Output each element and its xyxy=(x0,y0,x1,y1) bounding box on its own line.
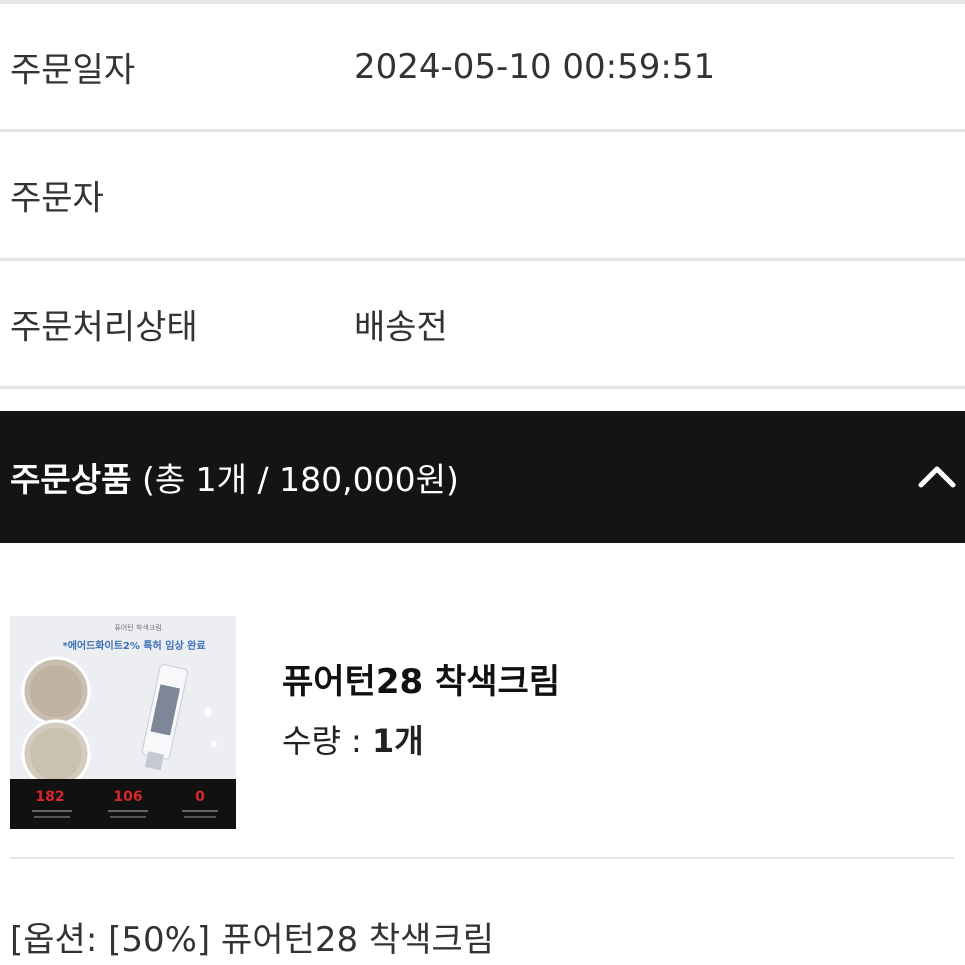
chevron-up-icon[interactable] xyxy=(917,457,957,497)
order-status-value: 배송전 xyxy=(354,307,448,347)
ordered-items-title: 주문상품 (총 1개 / 180,000원) xyxy=(10,453,459,501)
thumb-headline: *에어드화이트2% 특허 임상 완료 xyxy=(62,639,205,652)
product-quantity: 수량 : 1개 xyxy=(282,716,424,762)
thumb-stat-3: 0 xyxy=(195,789,205,805)
quantity-label: 수량 : xyxy=(282,722,373,760)
thumb-stat-1: 182 xyxy=(35,789,64,805)
ordered-items-heading: 주문상품 xyxy=(10,460,132,499)
thumb-caption: 퓨어턴 착색크림 xyxy=(114,623,161,632)
product-thumbnail[interactable]: 퓨어턴 착색크림 *에어드화이트2% 특허 임상 완료 182 106 0 xyxy=(10,616,236,829)
order-date-label: 주문일자 xyxy=(10,50,136,90)
ordered-items-header[interactable]: 주문상품 (총 1개 / 180,000원) xyxy=(0,411,965,543)
orderer-label: 주문자 xyxy=(10,178,104,219)
product-divider xyxy=(10,857,954,859)
order-date-row: 주문일자 2024-05-10 00:59:51 xyxy=(0,4,965,132)
product-option-text: [옵션: [50%] 퓨어턴28 착색크림 xyxy=(10,920,495,960)
product-name-link[interactable]: 퓨어턴28 착색크림 xyxy=(282,654,560,703)
order-date-value: 2024-05-10 00:59:51 xyxy=(354,46,716,87)
order-status-row: 주문처리상태 배송전 xyxy=(0,261,965,389)
order-product-item[interactable]: 퓨어턴 착색크림 *에어드화이트2% 특허 임상 완료 182 106 0 퓨어… xyxy=(10,616,954,830)
orderer-row: 주문자 xyxy=(0,132,965,261)
order-status-label: 주문처리상태 xyxy=(10,307,198,347)
order-detail-page: 주문일자 2024-05-10 00:59:51 주문자 주문처리상태 배송전 … xyxy=(0,0,965,965)
thumb-stat-2: 106 xyxy=(113,789,142,805)
ordered-items-summary: (총 1개 / 180,000원) xyxy=(141,460,459,499)
quantity-value: 1개 xyxy=(372,722,424,760)
